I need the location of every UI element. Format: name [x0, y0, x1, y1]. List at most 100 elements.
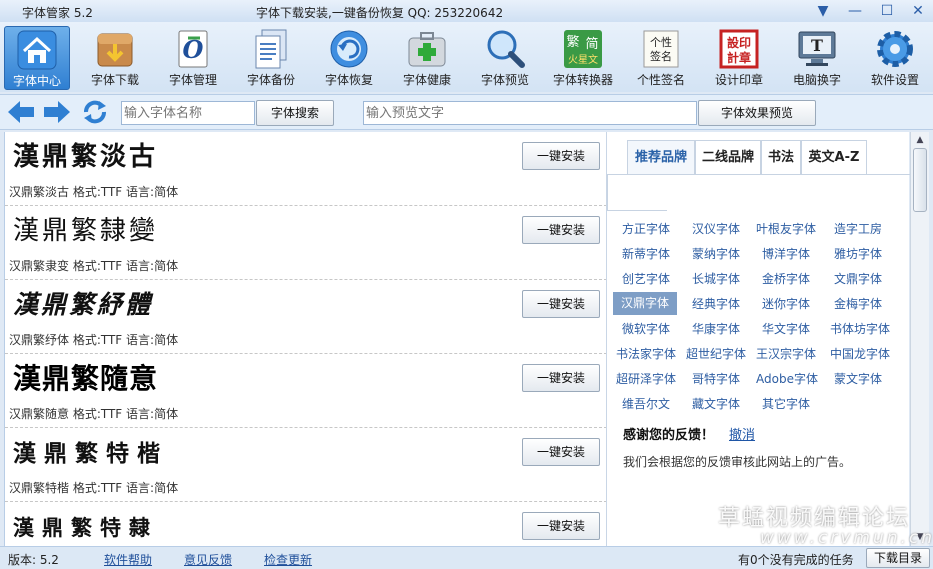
- toolbar-signature[interactable]: 个性 签名 个性签名: [628, 26, 694, 90]
- brand-link[interactable]: 中国龙字体: [823, 343, 897, 365]
- install-button[interactable]: 一键安装: [522, 142, 600, 170]
- brand-link[interactable]: 藏文字体: [683, 393, 749, 415]
- document-backup-icon: [255, 29, 287, 69]
- font-info: 汉鼎繁随意 格式:TTF 语言:简体: [9, 407, 179, 421]
- brand-link[interactable]: 超世纪字体: [681, 343, 751, 365]
- font-sample-preview: 漢鼎繁特楷: [13, 440, 160, 467]
- toolbar-font-center[interactable]: 字体中心: [4, 26, 70, 90]
- back-arrow-icon[interactable]: [6, 98, 36, 126]
- close-button[interactable]: ✕: [907, 2, 929, 20]
- feedback-link[interactable]: 意见反馈: [184, 551, 232, 568]
- brand-link[interactable]: 华文字体: [753, 318, 819, 340]
- brand-link[interactable]: 新蒂字体: [613, 243, 679, 265]
- toolbar-font-restore[interactable]: 字体恢复: [316, 26, 382, 90]
- install-button[interactable]: 一键安装: [522, 438, 600, 466]
- toolbar-font-preview[interactable]: 字体预览: [472, 26, 538, 90]
- converter-icon-char: 简: [585, 36, 598, 52]
- brand-link[interactable]: 书体坊字体: [823, 318, 897, 340]
- install-button[interactable]: 一键安装: [522, 216, 600, 244]
- toolbar-font-backup[interactable]: 字体备份: [238, 26, 304, 90]
- font-list-item: 漢鼎繁隨意 一键安装 汉鼎繁随意 格式:TTF 语言:简体: [5, 354, 606, 428]
- scroll-up-arrow-icon[interactable]: ▲: [912, 133, 928, 147]
- font-name-search-input[interactable]: [121, 101, 255, 125]
- brand-link[interactable]: 叶根友字体: [751, 218, 821, 240]
- font-search-button[interactable]: 字体搜索: [256, 100, 334, 126]
- menu-dropdown-button[interactable]: ▼: [812, 2, 834, 20]
- install-button[interactable]: 一键安装: [522, 290, 600, 318]
- help-link[interactable]: 软件帮助: [104, 551, 152, 568]
- toolbar-font-health[interactable]: 字体健康: [394, 26, 460, 90]
- toolbar-label: 字体下载: [90, 73, 139, 87]
- monitor-icon: T: [798, 31, 836, 66]
- version-label: 版本: 5.2: [8, 553, 59, 567]
- toolbar-font-converter[interactable]: 繁 简 火星文 字体转换器: [550, 26, 616, 90]
- brand-link[interactable]: 蒙文字体: [825, 368, 891, 390]
- brand-link[interactable]: 文鼎字体: [825, 268, 891, 290]
- brand-link[interactable]: 博洋字体: [753, 243, 819, 265]
- toolbar-settings[interactable]: 软件设置: [862, 26, 928, 90]
- font-manage-icon: O: [178, 30, 208, 68]
- forward-arrow-icon[interactable]: [42, 98, 72, 126]
- font-info: 汉鼎繁纾体 格式:TTF 语言:简体: [9, 333, 179, 347]
- font-list-item: 漢鼎繁隸變 一键安装 汉鼎繁隶变 格式:TTF 语言:简体: [5, 206, 606, 280]
- tab-calligraphy[interactable]: 书法: [761, 140, 801, 174]
- font-sample-preview: 漢鼎繁特隸: [13, 515, 150, 540]
- brand-link[interactable]: 雅坊字体: [825, 243, 891, 265]
- brand-link[interactable]: 汉仪字体: [683, 218, 749, 240]
- font-sample-text: 漢鼎繁隸變: [13, 216, 158, 246]
- toolbar-label: 电脑换字: [792, 73, 841, 87]
- font-list-item: 漢鼎繁特楷 一键安装 汉鼎繁特楷 格式:TTF 语言:简体: [5, 428, 606, 502]
- toolbar-font-download[interactable]: 字体下载: [82, 26, 148, 90]
- toolbar-font-manage[interactable]: O 字体管理: [160, 26, 226, 90]
- tab-second-tier-brands[interactable]: 二线品牌: [695, 140, 761, 174]
- toolbar-label: 字体健康: [402, 73, 451, 87]
- brand-link[interactable]: 哥特字体: [683, 368, 749, 390]
- magnifier-icon: [487, 30, 525, 68]
- brand-link[interactable]: 王汉宗字体: [751, 343, 821, 365]
- download-directory-button[interactable]: 下载目录: [866, 548, 930, 568]
- font-info: 汉鼎繁隶变 格式:TTF 语言:简体: [9, 259, 179, 273]
- watermark-url: www.crvmun.cn: [760, 528, 933, 548]
- install-button[interactable]: 一键安装: [522, 512, 600, 540]
- tab-recommended-brands[interactable]: 推荐品牌: [627, 140, 695, 174]
- brand-link[interactable]: 长城字体: [683, 268, 749, 290]
- tab-english-a-z[interactable]: 英文A-Z: [801, 140, 867, 174]
- toolbar-seal-design[interactable]: 設印 計章 设计印章: [706, 26, 772, 90]
- font-preview-button[interactable]: 字体效果预览: [698, 100, 816, 126]
- brand-link[interactable]: 方正字体: [613, 218, 679, 240]
- brand-link[interactable]: 创艺字体: [613, 268, 679, 290]
- brand-link[interactable]: 书法家字体: [611, 343, 681, 365]
- check-update-link[interactable]: 检查更新: [264, 551, 312, 568]
- install-button[interactable]: 一键安装: [522, 364, 600, 392]
- tab-frame: [607, 210, 667, 211]
- brand-link[interactable]: 造字工房: [825, 218, 891, 240]
- brand-link[interactable]: 经典字体: [683, 293, 749, 315]
- brand-link[interactable]: 金桥字体: [753, 268, 819, 290]
- maximize-button[interactable]: ☐: [876, 2, 898, 20]
- brand-link-selected[interactable]: 汉鼎字体: [613, 292, 677, 315]
- scroll-thumb[interactable]: [913, 148, 927, 212]
- brand-link[interactable]: 华康字体: [683, 318, 749, 340]
- refresh-icon[interactable]: [80, 98, 110, 126]
- brand-link[interactable]: 超研泽字体: [611, 368, 681, 390]
- signature-icon-text: 个性: [650, 35, 672, 49]
- font-sample-preview: 漢鼎繁淡古: [13, 141, 155, 172]
- vertical-scrollbar[interactable]: ▲ ▼: [910, 132, 929, 546]
- search-bar: 字体搜索 字体效果预览: [0, 94, 933, 130]
- brand-link[interactable]: 蒙纳字体: [683, 243, 749, 265]
- tab-divider: [607, 174, 910, 175]
- undo-feedback-link[interactable]: 撤消: [729, 424, 755, 443]
- font-list-item: 漢鼎繁淡古 一键安装 汉鼎繁淡古 格式:TTF 语言:简体: [5, 132, 606, 206]
- brand-link[interactable]: 其它字体: [753, 393, 819, 415]
- status-bar: 版本: 5.2 软件帮助 意见反馈 检查更新 有0个没有完成的任务 下载目录: [0, 546, 933, 569]
- toolbar-pc-font-swap[interactable]: T 电脑换字: [784, 26, 850, 90]
- preview-text-input[interactable]: [363, 101, 697, 125]
- toolbar-label: 软件设置: [870, 73, 919, 87]
- brand-link[interactable]: 迷你字体: [753, 293, 819, 315]
- minimize-button[interactable]: —: [844, 2, 866, 20]
- brand-link[interactable]: 维吾尔文: [613, 393, 679, 415]
- gear-icon: [877, 31, 913, 67]
- brand-link[interactable]: Adobe字体: [751, 368, 823, 390]
- brand-link[interactable]: 金梅字体: [825, 293, 891, 315]
- brand-link[interactable]: 微软字体: [613, 318, 679, 340]
